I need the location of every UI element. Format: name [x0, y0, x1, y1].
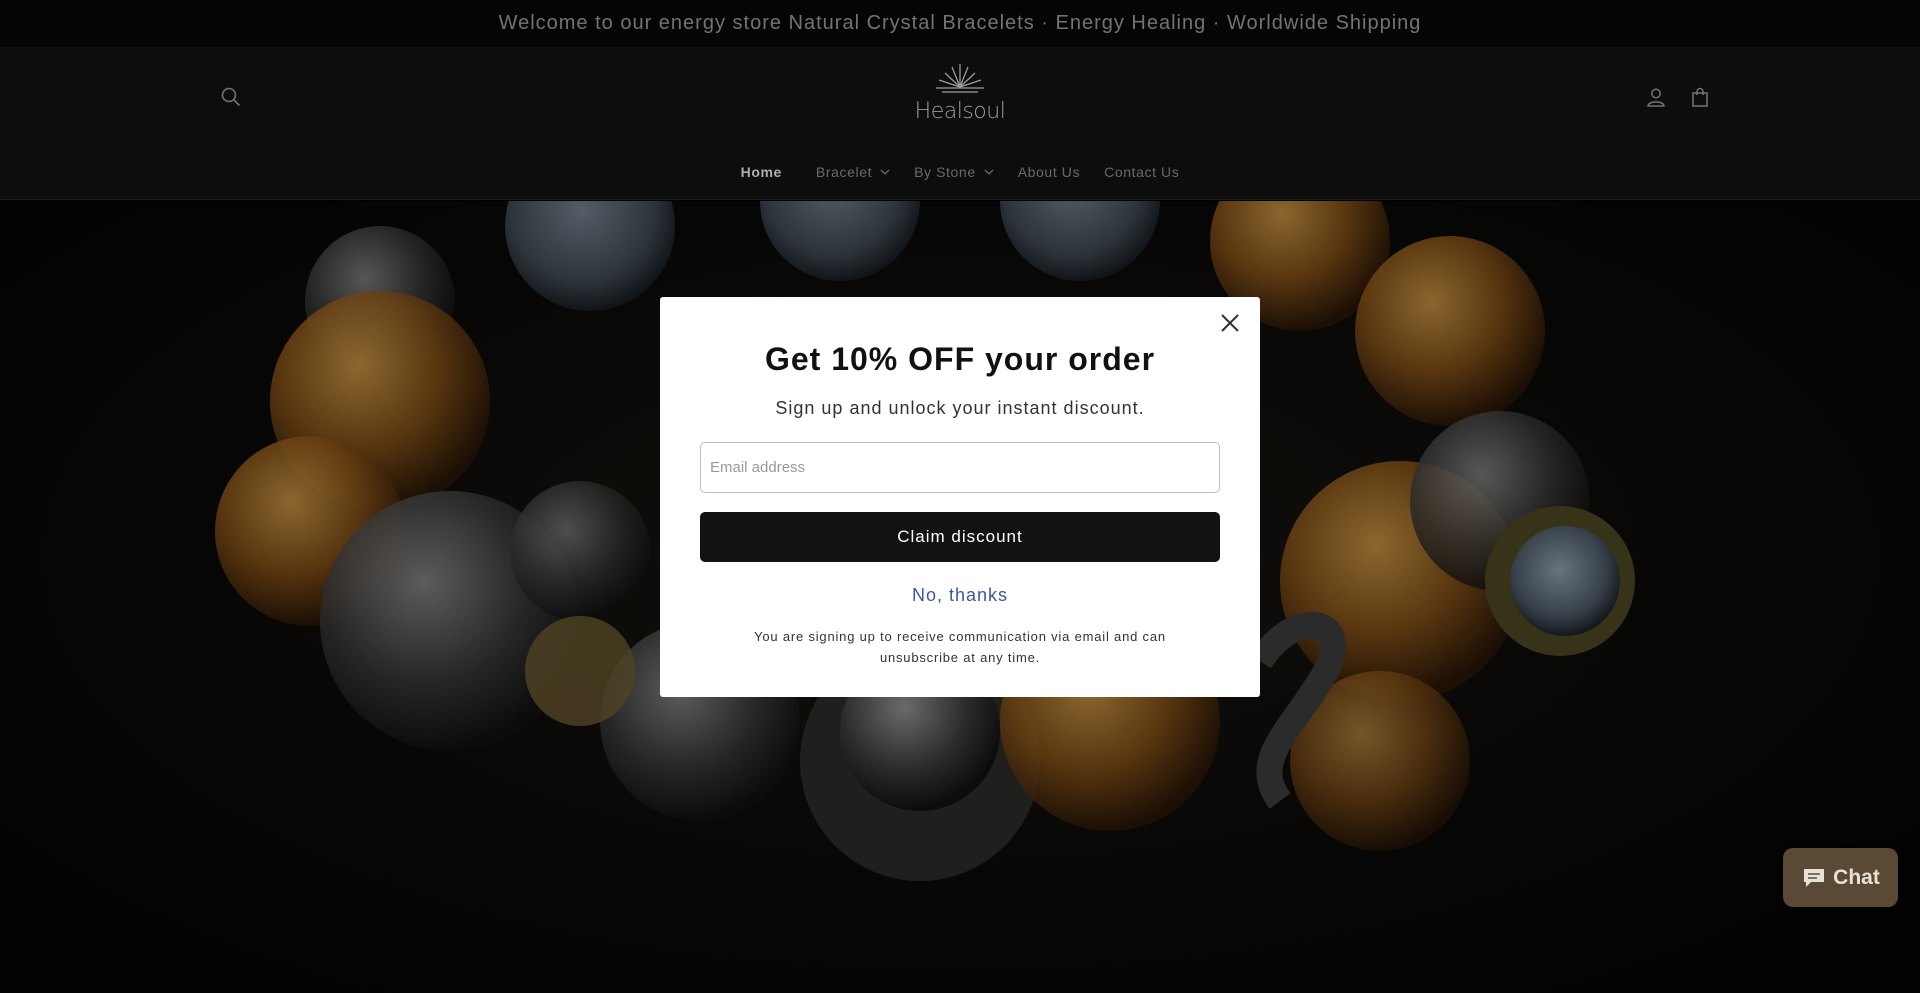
- chat-button[interactable]: Chat: [1783, 848, 1898, 907]
- claim-discount-button[interactable]: Claim discount: [700, 512, 1220, 562]
- decline-link[interactable]: No, thanks: [660, 585, 1260, 606]
- popup-disclaimer: You are signing up to receive communicat…: [754, 629, 1166, 665]
- discount-popup: Get 10% OFF your order Sign up and unloc…: [660, 297, 1260, 697]
- email-field[interactable]: [700, 442, 1220, 493]
- chat-bubble-icon: [1804, 868, 1825, 887]
- chat-label: Chat: [1833, 865, 1880, 889]
- popup-subtitle: Sign up and unlock your instant discount…: [775, 398, 1145, 418]
- close-icon[interactable]: [1214, 307, 1246, 339]
- popup-title: Get 10% OFF your order: [764, 341, 1156, 377]
